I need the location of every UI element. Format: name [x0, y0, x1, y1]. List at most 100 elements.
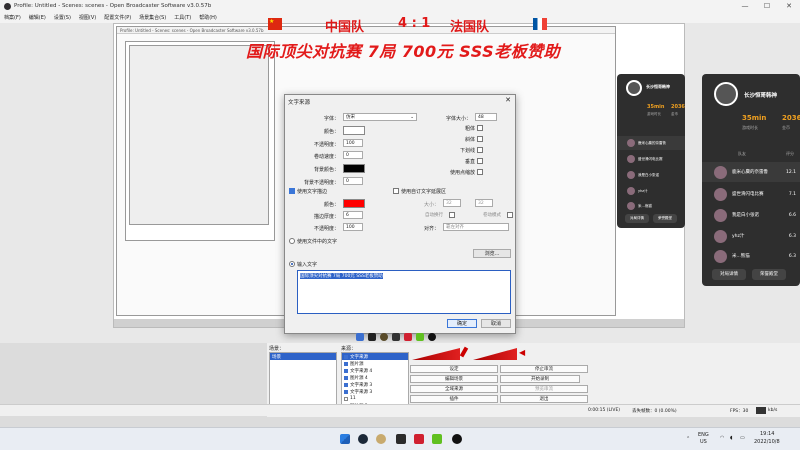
source-item[interactable]: 文字来源	[342, 353, 408, 360]
image-source-icon	[344, 361, 348, 366]
vertical-checkbox[interactable]	[477, 158, 483, 164]
maximize-button[interactable]: ☐	[756, 0, 778, 12]
menu-tools[interactable]: 工具(T)	[174, 14, 191, 21]
dialog-close-icon[interactable]: ✕	[505, 96, 511, 104]
global-sources-button[interactable]: 全域来源	[410, 385, 498, 393]
volume-icon[interactable]: ◖	[730, 435, 733, 441]
scene-item[interactable]: 场景	[270, 353, 336, 360]
extent-width-input[interactable]: 32	[443, 199, 461, 207]
menu-scene-collection[interactable]: 场景集合(S)	[139, 14, 166, 21]
text-color-swatch[interactable]	[343, 126, 365, 135]
use-file-radio[interactable]	[289, 238, 295, 244]
point-scale-checkbox[interactable]	[477, 169, 483, 175]
close-button[interactable]: ✕	[778, 0, 800, 12]
wechat-icon[interactable]	[432, 434, 442, 444]
app-icon	[428, 333, 436, 341]
scroll-speed-label: 卷动速度：	[313, 154, 339, 160]
player-row: 我是白小张诺 6.6	[702, 205, 800, 225]
windows-start-icon[interactable]	[340, 434, 350, 444]
tray-region: US	[700, 439, 707, 445]
font-select[interactable]: 仿宋 ⌄	[343, 113, 417, 121]
match-details-button[interactable]: 对局详情	[712, 269, 746, 280]
player-avatar	[626, 80, 642, 96]
source-item[interactable]: 图片源	[342, 360, 408, 367]
row-avatar	[714, 229, 727, 243]
netease-icon[interactable]	[414, 434, 424, 444]
start-recording-button[interactable]: 开始录制	[500, 375, 580, 383]
edit-scene-button[interactable]: 编辑场景	[410, 375, 498, 383]
italic-checkbox[interactable]	[477, 136, 483, 142]
dialog-title: 文字来源	[288, 100, 311, 106]
outline-color-swatch[interactable]	[343, 199, 365, 208]
audio-meter-mic	[473, 348, 517, 360]
minimize-button[interactable]: —	[734, 0, 756, 12]
speaker-icon[interactable]: ◀	[519, 348, 525, 357]
match-details-button[interactable]: 对局详情	[625, 214, 649, 223]
cancel-button[interactable]: 取消	[481, 319, 511, 328]
steam-icon[interactable]	[358, 434, 368, 444]
bg-opacity-input[interactable]: 0	[343, 177, 363, 185]
use-input-radio[interactable]	[289, 261, 295, 267]
source-checkbox-icon	[344, 396, 348, 401]
underline-checkbox[interactable]	[477, 147, 483, 153]
menu-help[interactable]: 帮助(H)	[199, 14, 217, 21]
honor-hall-button[interactable]: 荣誉殿堂	[653, 214, 677, 223]
exit-button[interactable]: 退出	[500, 395, 588, 403]
use-extents-checkbox[interactable]	[393, 188, 399, 194]
outline-size-input[interactable]: 6	[343, 211, 363, 219]
ok-button[interactable]: 确定	[447, 319, 477, 328]
tray-lang[interactable]: ENG	[698, 432, 709, 438]
plugins-button[interactable]: 插件	[410, 395, 498, 403]
sources-list[interactable]: 文字来源 图片源 文字来源 4 图片源 4 文字来源 3 文字来源 3 11 图…	[341, 352, 409, 410]
align-select[interactable]: 靠左对齐	[443, 223, 509, 231]
player-row-name: 盛世滑闪电比赛	[638, 156, 663, 161]
player-row-name: 米...熊猫	[732, 254, 750, 259]
source-item[interactable]: 11	[342, 395, 408, 402]
text-source-icon	[344, 354, 348, 359]
use-outline-checkbox[interactable]	[289, 188, 295, 194]
menu-file[interactable]: 档案(F)	[4, 14, 21, 21]
menu-edit[interactable]: 编辑(E)	[29, 14, 46, 21]
preview-stream-button[interactable]: 预览串流	[500, 385, 588, 393]
source-item[interactable]: 文字来源 4	[342, 367, 408, 374]
scenes-header: 场景：	[269, 346, 285, 352]
mic-icon[interactable]	[459, 346, 469, 358]
opacity-input[interactable]: 100	[343, 139, 363, 147]
opacity-label: 不透明度：	[313, 142, 339, 148]
tray-chevron-icon[interactable]: ⌃	[686, 436, 690, 442]
menu-settings[interactable]: 设置(S)	[54, 14, 71, 21]
browse-button[interactable]: 浏览...	[473, 249, 511, 258]
scenes-list[interactable]: 场景	[269, 352, 337, 410]
scoreboard-large: 长沙恒哥韩神 35min 2036 游戏时长 金币 队友 评分 鹿米心麋的奈雷鲁…	[702, 74, 800, 286]
app-icon[interactable]	[396, 434, 406, 444]
bold-checkbox[interactable]	[477, 125, 483, 131]
tray-time[interactable]: 19:14	[760, 431, 774, 437]
outline-opacity-input[interactable]: 100	[343, 223, 363, 231]
menu-profile[interactable]: 配置文件(P)	[104, 14, 131, 21]
battery-icon[interactable]: ▭	[740, 435, 745, 441]
player-row: yhz汁	[617, 184, 685, 198]
windows-taskbar: ⌃ ENG US ◠ ◖ ▭ 19:14 2022/10/8	[0, 427, 800, 450]
scroll-speed-input[interactable]: 0	[343, 151, 363, 159]
window-titlebar: Profile: Untitled - Scenes: scenes - Ope…	[0, 0, 800, 12]
bg-color-swatch[interactable]	[343, 164, 365, 173]
wrap-checkbox[interactable]	[449, 212, 455, 218]
tray-date[interactable]: 2022/10/8	[754, 439, 780, 445]
source-item[interactable]: 文字来源 3	[342, 388, 408, 395]
honor-hall-button[interactable]: 荣誉殿堂	[752, 269, 786, 280]
text-input-area[interactable]: 国际顶尖对抗赛 7局 700元 SSS老板赞助	[297, 270, 511, 314]
source-item[interactable]: 图片源 4	[342, 374, 408, 381]
scroll-mode-checkbox[interactable]	[507, 212, 513, 218]
source-item-label: 图片源 4	[350, 375, 368, 381]
menu-view[interactable]: 视图(V)	[79, 14, 96, 21]
league-icon[interactable]	[376, 434, 386, 444]
wifi-icon[interactable]: ◠	[720, 435, 724, 441]
image-source-icon	[344, 375, 348, 380]
font-size-input[interactable]: 48	[475, 113, 497, 121]
source-item[interactable]: 文字来源 3	[342, 381, 408, 388]
stop-stream-button[interactable]: 停止串流	[500, 365, 588, 373]
app-icon	[356, 333, 364, 341]
extent-height-input[interactable]: 32	[475, 199, 493, 207]
settings-button[interactable]: 设定	[410, 365, 498, 373]
obs-taskbar-icon[interactable]	[452, 434, 462, 444]
